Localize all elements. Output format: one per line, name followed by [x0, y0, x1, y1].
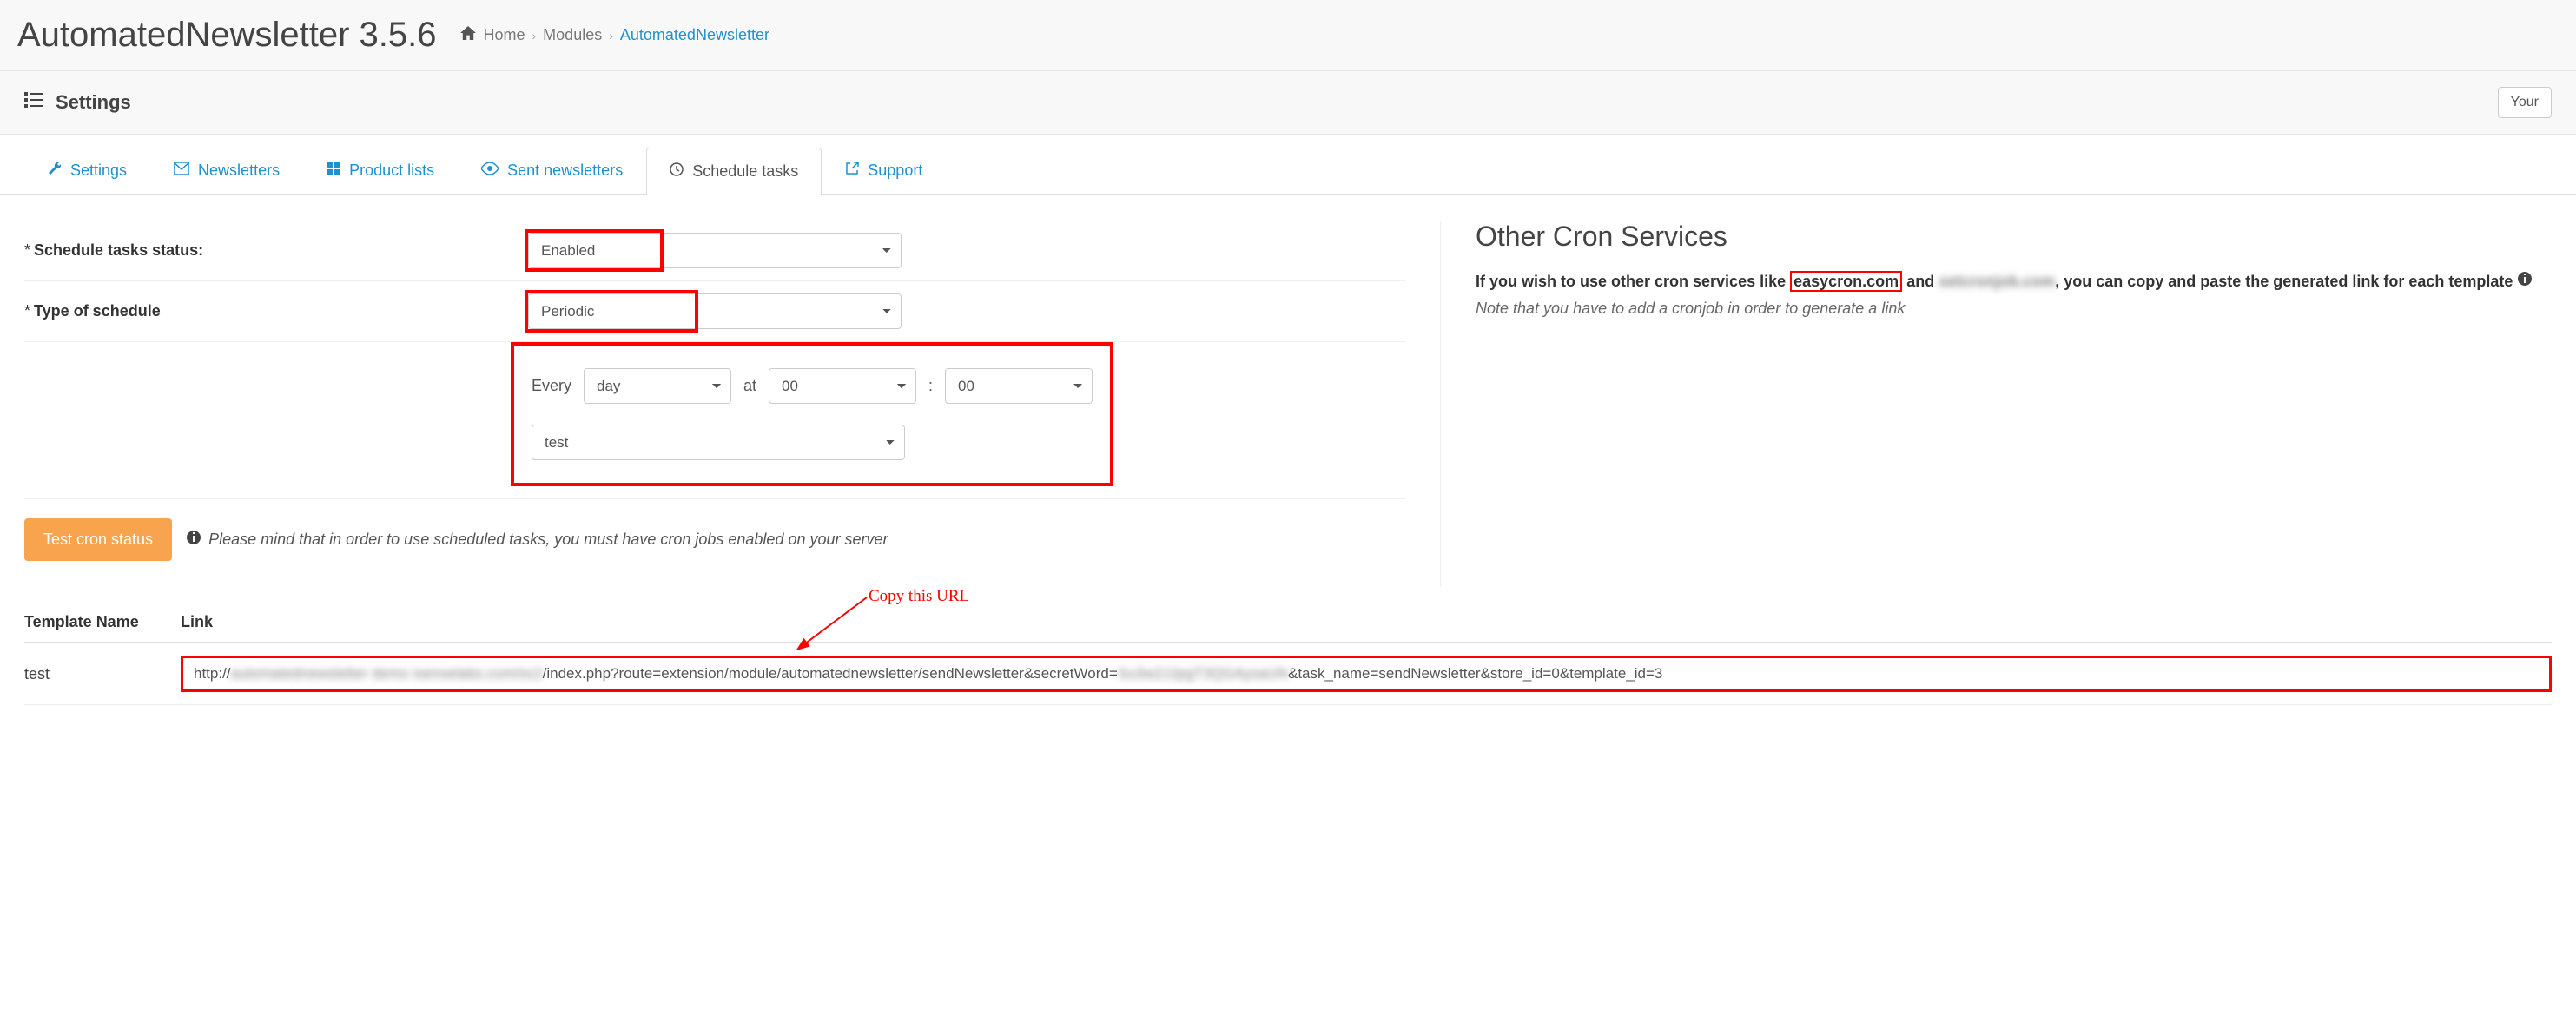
row-periodic: Every day at 00 : 00 test [24, 342, 1405, 499]
info-icon [186, 530, 201, 550]
side-column: Other Cron Services If you wish to use o… [1440, 221, 2552, 587]
cron-link-table: Copy this URL Template Name Link test ht… [0, 613, 2576, 722]
tab-support[interactable]: Support [822, 147, 946, 194]
breadcrumb-modules[interactable]: Modules [543, 26, 602, 44]
your-button[interactable]: Your [2498, 87, 2552, 118]
blurred-service: setcronjob.com [1939, 273, 2055, 290]
tab-label: Product lists [349, 162, 434, 180]
breadcrumb: Home › Modules › AutomatedNewsletter [460, 26, 769, 44]
select-minute[interactable]: 00 [945, 368, 1093, 404]
envelope-icon [174, 162, 189, 179]
copy-url-annotation: Copy this URL [869, 587, 969, 606]
td-template-name: test [24, 665, 181, 683]
breadcrumb-current[interactable]: AutomatedNewsletter [620, 26, 769, 44]
breadcrumb-sep: › [609, 29, 613, 43]
tab-newsletters[interactable]: Newsletters [150, 147, 303, 194]
tab-label: Support [868, 162, 922, 180]
wrench-icon [48, 162, 62, 180]
other-cron-text: If you wish to use other cron services l… [1476, 268, 2552, 321]
form-column: *Schedule tasks status: Enabled *Type of… [24, 221, 1405, 587]
every-label: Every [532, 377, 571, 395]
select-hour[interactable]: 00 [769, 368, 916, 404]
other-cron-title: Other Cron Services [1476, 221, 2552, 253]
table-header: Template Name Link [24, 613, 2552, 643]
grid-icon [327, 162, 340, 180]
arrow-annotation [799, 596, 869, 652]
row-test-cron: Test cron status Please mind that in ord… [24, 499, 1405, 587]
cron-note: Please mind that in order to use schedul… [186, 530, 888, 550]
list-icon [24, 92, 43, 113]
row-status: *Schedule tasks status: Enabled [24, 221, 1405, 281]
tabs: Settings Newsletters Product lists Sent … [0, 147, 2576, 195]
tab-label: Newsletters [198, 162, 280, 180]
tab-schedule-tasks[interactable]: Schedule tasks [646, 148, 822, 195]
table-row: test http://automatednewsletter demo ise… [24, 643, 2552, 705]
cron-link-note: Note that you have to add a cronjob in o… [1476, 300, 1905, 317]
select-unit[interactable]: day [584, 368, 731, 404]
label-status: *Schedule tasks status: [24, 241, 528, 260]
at-label: at [743, 377, 756, 395]
colon-label: : [928, 377, 933, 395]
page-title: AutomatedNewsletter 3.5.6 [17, 16, 436, 55]
share-icon [845, 162, 859, 180]
test-cron-button[interactable]: Test cron status [24, 518, 172, 561]
easycron-link[interactable]: easycron.com [1790, 271, 1902, 292]
tab-sent-newsletters[interactable]: Sent newsletters [458, 147, 646, 194]
select-type[interactable]: Periodic [528, 293, 902, 329]
breadcrumb-home[interactable]: Home [483, 26, 525, 44]
clock-icon [670, 162, 684, 181]
tab-label: Settings [70, 162, 127, 180]
th-link: Link [181, 613, 2552, 631]
highlight-box-periodic: Every day at 00 : 00 test [511, 342, 1113, 486]
row-type: *Type of schedule Periodic [24, 281, 1405, 342]
th-template-name: Template Name [24, 613, 181, 631]
select-template[interactable]: test [532, 425, 905, 460]
td-link: http://automatednewsletter demo isensela… [181, 656, 2552, 692]
tab-label: Sent newsletters [507, 162, 623, 180]
cron-link-input[interactable]: http://automatednewsletter demo isensela… [181, 656, 2552, 692]
info-icon [2517, 273, 2533, 290]
breadcrumb-sep: › [532, 29, 537, 43]
home-icon[interactable] [460, 26, 476, 44]
page-header: AutomatedNewsletter 3.5.6 Home › Modules… [0, 0, 2576, 71]
tab-label: Schedule tasks [692, 162, 798, 181]
content: *Schedule tasks status: Enabled *Type of… [0, 195, 2576, 613]
subheader: Settings Your [0, 71, 2576, 135]
tab-product-lists[interactable]: Product lists [303, 147, 458, 194]
subheader-title: Settings [56, 91, 131, 114]
eye-icon [481, 162, 499, 179]
label-type: *Type of schedule [24, 302, 528, 320]
select-status[interactable]: Enabled [528, 233, 902, 268]
tab-settings[interactable]: Settings [24, 147, 150, 194]
